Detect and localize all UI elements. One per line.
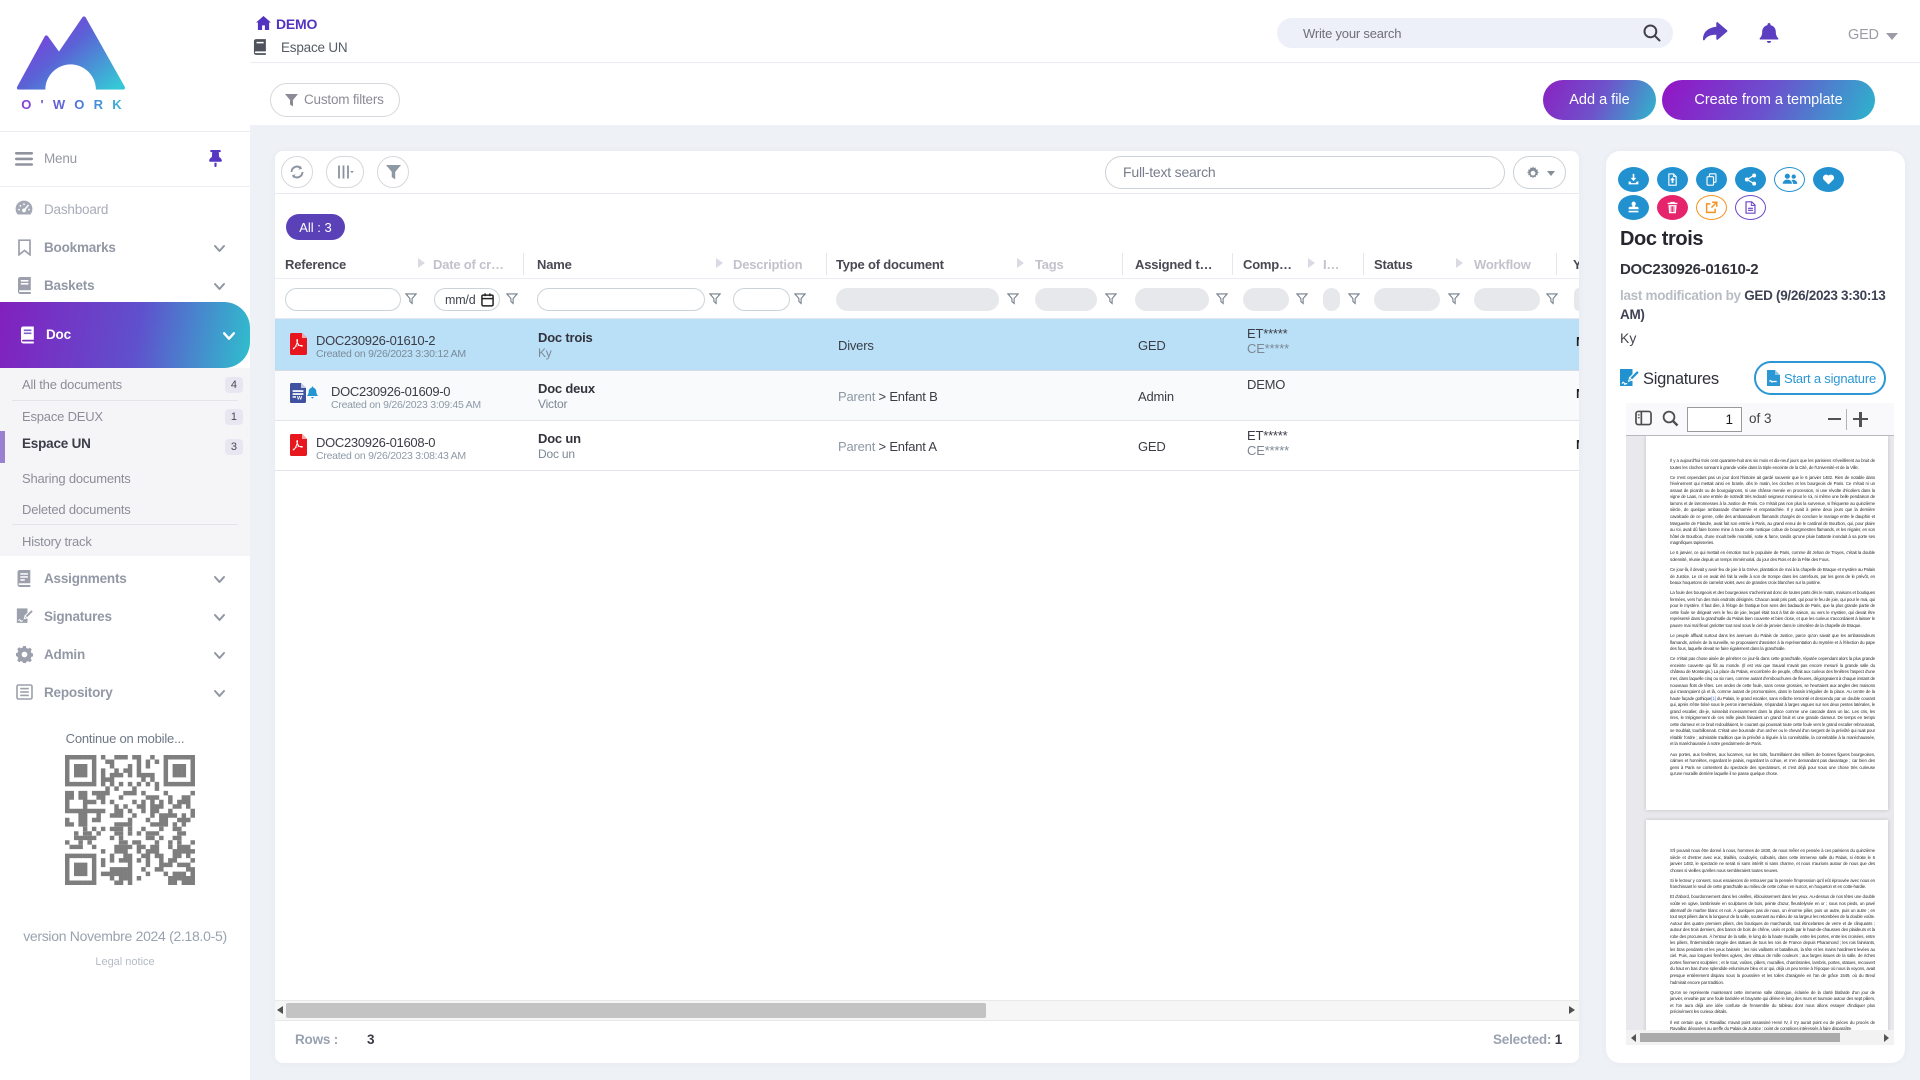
svg-text:w: w: [296, 394, 303, 401]
svg-text:O'WORK: O'WORK: [21, 97, 127, 112]
